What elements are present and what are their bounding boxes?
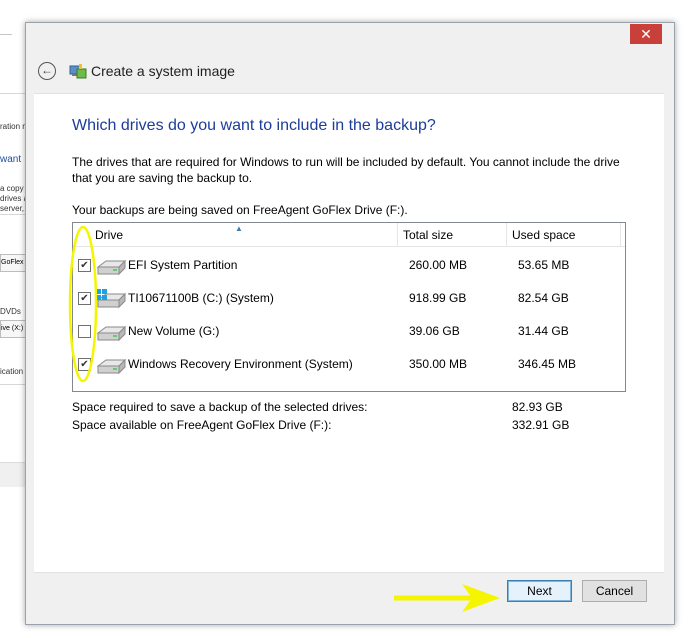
hard-drive-icon	[96, 358, 127, 375]
highlight-arrow-icon	[394, 584, 500, 612]
drive-total-size: 260.00 MB	[409, 258, 468, 272]
drive-name: TI10671100B (C:) (System)	[128, 291, 274, 305]
back-button[interactable]: ←	[38, 62, 56, 80]
space-available-label: Space available on FreeAgent GoFlex Driv…	[72, 418, 332, 432]
table-row[interactable]: ✔ TI10671100B (C:) (System) 918.99 GB 82…	[73, 282, 625, 315]
background-divider	[0, 384, 28, 385]
hard-drive-icon	[96, 325, 127, 342]
table-row[interactable]: New Volume (G:) 39.06 GB 31.44 GB	[73, 315, 625, 348]
drive-name: Windows Recovery Environment (System)	[128, 357, 353, 371]
table-row[interactable]: ✔ EFI System Partition 260.00 MB 53.65 M…	[73, 249, 625, 282]
create-system-image-dialog: ✕ ← Create a system image Which drives d…	[25, 22, 675, 625]
background-text: ration m	[0, 122, 28, 131]
background-dropdown: GoFlex D	[0, 254, 28, 272]
back-arrow-icon: ←	[41, 63, 53, 77]
drive-used-space: 53.65 MB	[518, 258, 570, 272]
background-text: DVDs	[0, 307, 21, 316]
background-divider	[0, 214, 28, 215]
next-button[interactable]: Next	[507, 580, 572, 602]
cancel-button[interactable]: Cancel	[582, 580, 647, 602]
page-heading: Which drives do you want to include in t…	[72, 117, 436, 134]
space-required-label: Space required to save a backup of the s…	[72, 400, 368, 414]
hard-drive-icon	[96, 259, 127, 276]
background-text: drives ar	[0, 194, 28, 203]
nav-bar: ← Create a system image	[26, 59, 674, 91]
column-header-total-size[interactable]: Total size	[403, 223, 507, 246]
drive-used-space: 31.44 GB	[518, 324, 569, 338]
saving-location-text: Your backups are being saved on FreeAgen…	[72, 203, 408, 217]
background-text: server, yo	[0, 204, 28, 213]
background-footer	[0, 462, 28, 487]
window-title: Create a system image	[91, 63, 235, 79]
drive-used-space: 346.45 MB	[518, 357, 577, 371]
content-panel: Which drives do you want to include in t…	[34, 93, 664, 573]
background-text: ication	[0, 367, 24, 376]
drive-name: EFI System Partition	[128, 258, 238, 272]
table-header: Drive ▲ Total size Used space	[73, 223, 625, 247]
drive-name: New Volume (G:)	[128, 324, 220, 338]
backup-app-icon	[69, 64, 87, 79]
drive-list[interactable]: Drive ▲ Total size Used space ✔ EFI Syst…	[72, 222, 626, 392]
background-dropdown: ive (X:)	[0, 320, 28, 338]
drive-total-size: 39.06 GB	[409, 324, 460, 338]
close-button[interactable]: ✕	[630, 24, 662, 44]
space-required-value: 82.93 GB	[512, 400, 563, 414]
background-line	[0, 34, 12, 35]
highlight-ellipse	[68, 225, 98, 383]
windows-system-drive-icon	[96, 289, 127, 309]
description-text: The drives that are required for Windows…	[72, 155, 620, 185]
close-icon: ✕	[640, 26, 652, 42]
column-header-used-space[interactable]: Used space	[512, 223, 621, 246]
space-available-value: 332.91 GB	[512, 418, 570, 432]
table-row[interactable]: ✔ Windows Recovery Environment (System) …	[73, 348, 625, 381]
background-link: want	[0, 154, 22, 165]
dialog-footer: Next Cancel	[26, 573, 674, 623]
drive-total-size: 918.99 GB	[409, 291, 467, 305]
sort-ascending-icon: ▲	[235, 224, 243, 233]
drive-used-space: 82.54 GB	[518, 291, 569, 305]
background-text: a copy o	[0, 184, 28, 193]
drive-total-size: 350.00 MB	[409, 357, 468, 371]
